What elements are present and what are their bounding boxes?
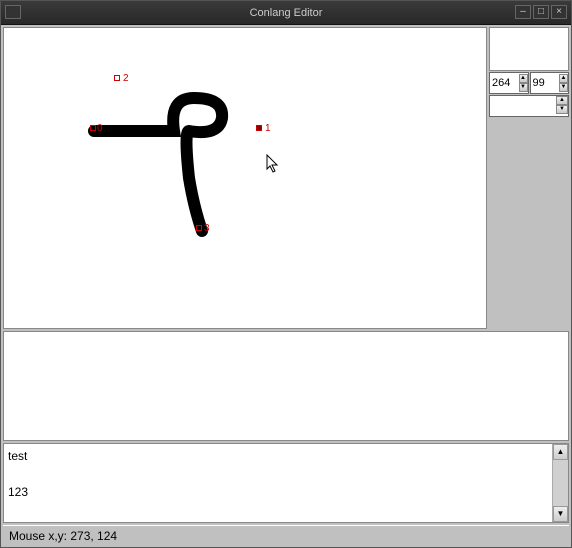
extra-spinner-up[interactable]: ▲ (556, 96, 568, 105)
titlebar[interactable]: Conlang Editor – □ × (1, 1, 571, 25)
y-spinner[interactable]: ▲ ▼ (530, 72, 570, 94)
side-preview (489, 27, 569, 71)
output-panel: test 123 ▲ ▼ (3, 443, 569, 523)
content-area: 0 1 2 3 ▲ (1, 25, 571, 547)
x-spinner-input[interactable] (490, 77, 519, 89)
maximize-button[interactable]: □ (533, 5, 549, 19)
control-point-2[interactable] (114, 75, 120, 81)
drawing-canvas[interactable]: 0 1 2 3 (3, 27, 487, 329)
close-button[interactable]: × (551, 5, 567, 19)
side-panel: ▲ ▼ ▲ ▼ ▲ ▼ (489, 27, 569, 329)
y-spinner-down[interactable]: ▼ (559, 83, 568, 92)
top-row: 0 1 2 3 ▲ (3, 27, 569, 329)
x-spinner[interactable]: ▲ ▼ (489, 72, 529, 94)
scroll-track[interactable] (553, 460, 568, 506)
scroll-up-button[interactable]: ▲ (553, 444, 568, 460)
y-spinner-up[interactable]: ▲ (559, 74, 568, 83)
extra-spinner-down[interactable]: ▼ (556, 105, 568, 114)
control-point-1-label: 1 (265, 123, 271, 134)
control-point-0[interactable] (90, 125, 96, 131)
window-title: Conlang Editor (250, 7, 323, 19)
status-text: Mouse x,y: 273, 124 (9, 529, 117, 543)
control-point-2-label: 2 (123, 73, 129, 84)
app-window: Conlang Editor – □ × 0 1 2 3 (0, 0, 572, 548)
control-point-3[interactable] (196, 225, 202, 231)
control-point-3-label: 3 (204, 223, 210, 234)
x-spinner-up[interactable]: ▲ (519, 74, 528, 83)
scroll-down-button[interactable]: ▼ (553, 506, 568, 522)
middle-panel[interactable] (3, 331, 569, 441)
statusbar: Mouse x,y: 273, 124 (3, 525, 569, 545)
y-spinner-input[interactable] (531, 77, 560, 89)
extra-spinner[interactable]: ▲ ▼ (489, 95, 569, 117)
x-spinner-down[interactable]: ▼ (519, 83, 528, 92)
control-point-1[interactable] (256, 125, 262, 131)
glyph-stroke (4, 28, 486, 328)
output-text[interactable]: test 123 (4, 444, 552, 522)
window-menu-button[interactable] (5, 5, 21, 19)
output-scrollbar[interactable]: ▲ ▼ (552, 444, 568, 522)
control-point-0-label: 0 (97, 123, 103, 134)
side-spacer (489, 118, 569, 329)
minimize-button[interactable]: – (515, 5, 531, 19)
